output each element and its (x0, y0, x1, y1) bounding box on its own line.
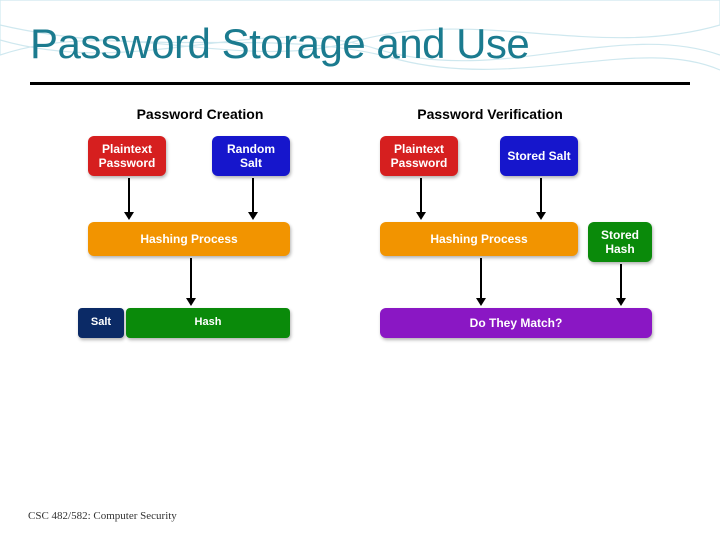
slide-footer: CSC 482/582: Computer Security (28, 510, 177, 522)
box-stored-salt: Stored Salt (500, 136, 578, 176)
diagram-container: Password Creation Password Verification … (70, 100, 650, 450)
arrow-storedsalt-to-hashing2 (536, 178, 546, 220)
arrow-storedhash-to-match (616, 264, 626, 306)
box-hashing-process-1: Hashing Process (88, 222, 290, 256)
heading-verification: Password Verification (400, 106, 580, 122)
box-hash-output: Hash (126, 308, 290, 338)
arrow-hashing2-to-match (476, 258, 486, 306)
box-plaintext-password-1: Plaintext Password (88, 136, 166, 176)
box-salt-output: Salt (78, 308, 124, 338)
heading-creation: Password Creation (110, 106, 290, 122)
slide-root: Password Storage and Use Password Creati… (0, 0, 720, 540)
arrow-hashing1-to-output (186, 258, 196, 306)
box-plaintext-password-2: Plaintext Password (380, 136, 458, 176)
box-hashing-process-2: Hashing Process (380, 222, 578, 256)
box-stored-hash: Stored Hash (588, 222, 652, 262)
arrow-randomsalt-to-hashing1 (248, 178, 258, 220)
title-underline (30, 82, 690, 85)
arrow-plaintext1-to-hashing1 (124, 178, 134, 220)
slide-title: Password Storage and Use (30, 20, 529, 68)
box-do-they-match: Do They Match? (380, 308, 652, 338)
box-random-salt: Random Salt (212, 136, 290, 176)
arrow-plaintext2-to-hashing2 (416, 178, 426, 220)
